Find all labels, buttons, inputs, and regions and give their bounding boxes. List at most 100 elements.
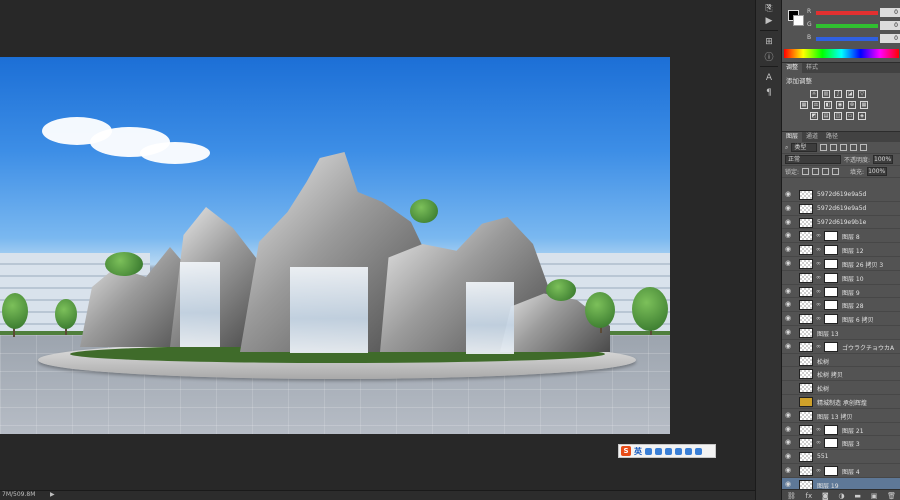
layer-name[interactable]: 图层 3 bbox=[842, 439, 860, 448]
visibility-eye-icon[interactable]: ◉ bbox=[785, 466, 793, 474]
curves-icon[interactable]: ∫ bbox=[834, 90, 842, 98]
document-canvas[interactable] bbox=[0, 57, 670, 434]
info-icon[interactable]: ⓘ bbox=[763, 53, 775, 63]
ime-keyboard-icon[interactable] bbox=[665, 447, 672, 455]
layer-thumbnail[interactable] bbox=[799, 369, 813, 380]
visibility-eye-icon[interactable]: ◉ bbox=[785, 315, 793, 322]
layer-row[interactable]: ◉ 5972d619e9b1e bbox=[782, 215, 900, 230]
layer-thumbnail[interactable] bbox=[799, 314, 813, 325]
visibility-eye-icon[interactable]: ◉ bbox=[785, 480, 793, 488]
layer-name[interactable]: 551 bbox=[817, 453, 828, 460]
mask-link-icon[interactable]: ∞ bbox=[816, 246, 822, 254]
lock-position-icon[interactable] bbox=[822, 168, 830, 175]
tab-styles[interactable]: 样式 bbox=[802, 63, 822, 73]
layer-mask-thumbnail[interactable] bbox=[824, 245, 838, 256]
mask-link-icon[interactable]: ∞ bbox=[816, 426, 822, 434]
layer-thumbnail[interactable] bbox=[799, 258, 813, 269]
layer-mask-thumbnail[interactable] bbox=[824, 438, 838, 449]
layer-row[interactable]: ◉ ∞ 图层 21 bbox=[782, 422, 900, 437]
layer-row[interactable]: 松树 拷贝 bbox=[782, 367, 900, 382]
mask-link-icon[interactable]: ∞ bbox=[816, 439, 822, 447]
layer-mask-thumbnail[interactable] bbox=[824, 231, 838, 242]
new-layer-icon[interactable]: ▣ bbox=[871, 492, 878, 500]
layer-mask-thumbnail[interactable] bbox=[824, 286, 838, 297]
color-spectrum-ramp[interactable] bbox=[784, 49, 899, 58]
layer-thumbnail[interactable] bbox=[799, 217, 813, 228]
ime-voice-icon[interactable] bbox=[675, 447, 682, 455]
mask-link-icon[interactable]: ∞ bbox=[816, 232, 822, 240]
filter-adjustment-icon[interactable] bbox=[830, 144, 838, 151]
visibility-eye-icon[interactable]: ◉ bbox=[785, 246, 793, 253]
layer-thumbnail[interactable] bbox=[799, 190, 813, 200]
layer-row[interactable]: ◉ 5972d619e9a5d bbox=[782, 188, 900, 202]
layer-mask-thumbnail[interactable] bbox=[824, 341, 838, 352]
layer-row[interactable]: ◉ 图层 13 bbox=[782, 325, 900, 340]
visibility-eye-icon[interactable]: ◉ bbox=[785, 287, 793, 295]
layer-style-icon[interactable]: fx bbox=[806, 492, 813, 500]
layer-thumbnail[interactable] bbox=[799, 452, 813, 463]
layer-row[interactable]: ◉ ∞ 图层 26 拷贝 3 bbox=[782, 256, 900, 271]
gradient-map-icon[interactable]: ▭ bbox=[846, 112, 854, 120]
layer-thumbnail[interactable] bbox=[799, 327, 813, 338]
layer-row[interactable]: ◉ ∞ 图层 6 拷贝 bbox=[782, 312, 900, 326]
mask-link-icon[interactable]: ∞ bbox=[816, 301, 822, 309]
layer-row[interactable]: ◉ 图层 13 拷贝 bbox=[782, 408, 900, 423]
visibility-eye-icon[interactable]: ◉ bbox=[785, 453, 793, 460]
channel-mixer-icon[interactable]: ⊛ bbox=[848, 101, 856, 109]
channel-slider[interactable] bbox=[816, 37, 878, 41]
layer-thumbnail[interactable] bbox=[799, 424, 813, 435]
layer-row[interactable]: ◉ ∞ 图层 12 bbox=[782, 243, 900, 257]
layer-mask-thumbnail[interactable] bbox=[824, 272, 838, 283]
mask-link-icon[interactable]: ∞ bbox=[816, 274, 822, 282]
add-mask-icon[interactable]: ◙ bbox=[822, 492, 829, 500]
levels-icon[interactable]: ▥ bbox=[822, 90, 830, 98]
status-menu-arrow-icon[interactable]: ▶ bbox=[50, 491, 55, 498]
filter-pixel-icon[interactable] bbox=[820, 144, 828, 151]
filter-type-icon[interactable] bbox=[840, 144, 848, 151]
color-balance-icon[interactable]: ⚖ bbox=[812, 101, 820, 109]
layer-name[interactable]: 图层 8 bbox=[842, 232, 860, 241]
layer-thumbnail[interactable] bbox=[799, 300, 813, 311]
visibility-eye-icon[interactable]: ◉ bbox=[785, 425, 793, 433]
visibility-eye-icon[interactable]: ◉ bbox=[785, 439, 793, 446]
mask-link-icon[interactable]: ∞ bbox=[816, 467, 822, 475]
background-color-swatch[interactable] bbox=[793, 15, 804, 26]
layer-row[interactable]: 精城制造 承创辉煌 bbox=[782, 394, 900, 409]
blend-mode-select[interactable]: 正常 bbox=[785, 155, 841, 164]
visibility-eye-icon[interactable]: ◉ bbox=[785, 204, 793, 212]
layer-name[interactable]: 5972d619e9b1e bbox=[817, 219, 866, 226]
layer-mask-thumbnail[interactable] bbox=[824, 465, 838, 476]
black-white-icon[interactable]: ◧ bbox=[824, 101, 832, 109]
exposure-icon[interactable]: ◪ bbox=[846, 90, 854, 98]
layer-name[interactable]: 精城制造 承创辉煌 bbox=[817, 398, 867, 407]
layer-name[interactable]: 5972d619e9a5d bbox=[817, 191, 866, 198]
selective-color-icon[interactable]: ◈ bbox=[858, 112, 866, 120]
character-icon[interactable]: A bbox=[763, 73, 775, 83]
visibility-hidden-icon[interactable] bbox=[785, 274, 793, 281]
ime-skin-icon[interactable] bbox=[685, 447, 692, 455]
paragraph-icon[interactable]: ¶ bbox=[763, 88, 775, 98]
lock-image-icon[interactable] bbox=[812, 168, 820, 175]
layer-name[interactable]: 图层 6 拷贝 bbox=[842, 315, 874, 324]
visibility-eye-icon[interactable]: ◉ bbox=[785, 301, 793, 308]
brightness-contrast-icon[interactable]: ☼ bbox=[810, 90, 818, 98]
layer-thumbnail[interactable] bbox=[799, 383, 813, 394]
visibility-eye-icon[interactable]: ◉ bbox=[785, 259, 793, 267]
layer-row[interactable]: ◉ 551 bbox=[782, 450, 900, 464]
layer-thumbnail[interactable] bbox=[799, 203, 813, 214]
layer-thumbnail[interactable] bbox=[799, 438, 813, 449]
layer-thumbnail[interactable] bbox=[799, 410, 813, 421]
layer-name[interactable]: 松树 bbox=[817, 384, 829, 393]
layer-mask-thumbnail[interactable] bbox=[824, 314, 838, 325]
layer-name[interactable]: 松树 拷贝 bbox=[817, 370, 843, 379]
tab-channels[interactable]: 通道 bbox=[802, 132, 822, 142]
new-group-icon[interactable]: ▬ bbox=[854, 492, 861, 500]
channel-value-field[interactable]: 0 bbox=[880, 8, 900, 17]
visibility-hidden-icon[interactable] bbox=[785, 384, 793, 391]
layer-thumbnail[interactable] bbox=[799, 465, 813, 476]
layer-name[interactable]: 松树 bbox=[817, 357, 829, 366]
ime-toolbar[interactable]: S 英 bbox=[618, 444, 716, 458]
new-adjustment-icon[interactable]: ◑ bbox=[838, 492, 844, 500]
layer-mask-thumbnail[interactable] bbox=[824, 258, 838, 269]
visibility-eye-icon[interactable]: ◉ bbox=[785, 218, 793, 226]
